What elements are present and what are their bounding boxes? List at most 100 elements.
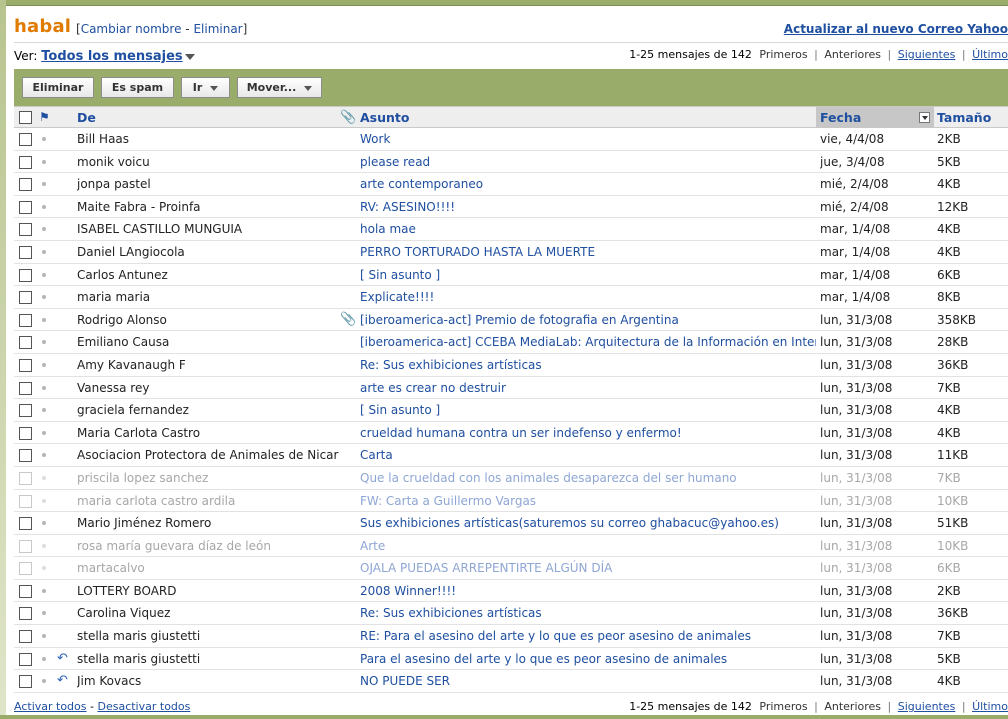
message-row[interactable]: martacalvo OJALA PUEDAS ARREPENTIRTE ALGÚ… xyxy=(14,557,1008,580)
message-sender[interactable]: Carlos Antunez xyxy=(77,264,339,286)
message-checkbox[interactable] xyxy=(19,178,32,192)
message-subject-link[interactable]: hola mae xyxy=(360,218,816,240)
message-subject-link[interactable]: crueldad humana contra un ser indefenso … xyxy=(360,422,816,444)
message-checkbox[interactable] xyxy=(19,562,32,576)
message-sender[interactable]: priscila lopez sanchez xyxy=(77,467,339,489)
message-row[interactable]: maria maria Explicate!!!! mar, 1/4/08 8KB xyxy=(14,286,1008,309)
message-row[interactable]: LOTTERY BOARD 2008 Winner!!!! lun, 31/3/08… xyxy=(14,580,1008,603)
move-dropdown-button[interactable]: Mover... xyxy=(237,77,322,98)
message-row[interactable]: jonpa pastel arte contemporaneo mié, 2/4/0… xyxy=(14,173,1008,196)
message-checkbox[interactable] xyxy=(19,584,32,598)
message-sender[interactable]: Maria Carlota Castro xyxy=(77,422,339,444)
message-checkbox[interactable] xyxy=(19,607,32,621)
message-row[interactable]: stella maris giustetti RE: Para el asesin… xyxy=(14,625,1008,648)
message-subject-link[interactable]: Que la crueldad con los animales desapar… xyxy=(360,467,816,489)
message-row[interactable]: Amy Kavanaugh F Re: Sus exhibiciones artí… xyxy=(14,354,1008,377)
message-subject-link[interactable]: Work xyxy=(360,128,816,150)
delete-button[interactable]: Eliminar xyxy=(22,77,94,98)
message-row[interactable]: Mario Jiménez Romero Sus exhibiciones art… xyxy=(14,512,1008,535)
message-checkbox[interactable] xyxy=(19,245,32,259)
message-sender[interactable]: Amy Kavanaugh F xyxy=(77,354,339,376)
message-subject-link[interactable]: Explicate!!!! xyxy=(360,286,816,308)
message-row[interactable]: Emiliano Causa [iberoamerica-act] CCEBA M… xyxy=(14,331,1008,354)
message-checkbox[interactable] xyxy=(19,268,32,282)
pager-next-link[interactable]: Siguientes xyxy=(898,700,956,713)
message-subject-link[interactable]: Re: Sus exhibiciones artísticas xyxy=(360,354,816,376)
message-row[interactable]: rosa maría guevara díaz de león Arte lun, … xyxy=(14,535,1008,558)
message-subject-link[interactable]: Sus exhibiciones artísticas(saturemos su… xyxy=(360,512,816,534)
message-checkbox[interactable] xyxy=(19,675,32,689)
message-sender[interactable]: graciela fernandez xyxy=(77,399,339,421)
message-row[interactable]: monik voicu please read jue, 3/4/08 5KB xyxy=(14,151,1008,174)
message-checkbox[interactable] xyxy=(19,426,32,440)
message-sender[interactable]: Emiliano Causa xyxy=(77,331,339,353)
message-row[interactable]: ISABEL CASTILLO MUNGUIA hola mae mar, 1/4/… xyxy=(14,218,1008,241)
attachment-icon[interactable]: 📎 xyxy=(340,110,356,125)
message-checkbox[interactable] xyxy=(19,381,32,395)
message-checkbox[interactable] xyxy=(19,313,32,327)
message-subject-link[interactable]: please read xyxy=(360,151,816,173)
message-row[interactable]: Daniel LAngiocola PERRO TORTURADO HASTA L… xyxy=(14,241,1008,264)
message-subject-link[interactable]: [iberoamerica-act] CCEBA MediaLab: Arqui… xyxy=(360,331,816,353)
message-sender[interactable]: stella maris giustetti xyxy=(77,625,339,647)
message-subject-link[interactable]: arte contemporaneo xyxy=(360,173,816,195)
view-dropdown[interactable]: Todos los mensajes xyxy=(41,49,182,64)
message-subject-link[interactable]: PERRO TORTURADO HASTA LA MUERTE xyxy=(360,241,816,263)
message-subject-link[interactable]: [ Sin asunto ] xyxy=(360,264,816,286)
chevron-down-icon[interactable] xyxy=(184,53,195,60)
message-checkbox[interactable] xyxy=(19,133,32,146)
message-subject-link[interactable]: [iberoamerica-act] Premio de fotografia … xyxy=(360,309,816,331)
column-from[interactable]: De xyxy=(77,107,339,128)
flag-icon[interactable]: ⚑ xyxy=(39,110,50,124)
message-row[interactable]: graciela fernandez [ Sin asunto ] lun, 31/… xyxy=(14,399,1008,422)
pager-next-link[interactable]: Siguientes xyxy=(898,48,956,61)
message-checkbox[interactable] xyxy=(19,336,32,350)
column-date[interactable]: Fecha xyxy=(816,107,934,128)
message-sender[interactable]: Bill Haas xyxy=(77,128,339,150)
message-subject-link[interactable]: Re: Sus exhibiciones artísticas xyxy=(360,602,816,624)
message-sender[interactable]: jonpa pastel xyxy=(77,173,339,195)
pager-last-link[interactable]: Último xyxy=(972,700,1008,713)
message-sender[interactable]: Rodrigo Alonso xyxy=(77,309,339,331)
message-sender[interactable]: rosa maría guevara díaz de león xyxy=(77,535,339,557)
message-sender[interactable]: ISABEL CASTILLO MUNGUIA xyxy=(77,218,339,240)
rename-folder-link[interactable]: Cambiar nombre xyxy=(81,22,182,36)
message-subject-link[interactable]: 2008 Winner!!!! xyxy=(360,580,816,602)
sort-dropdown-icon[interactable] xyxy=(919,112,930,123)
message-sender[interactable]: martacalvo xyxy=(77,557,339,579)
message-row[interactable]: ↶ stella maris giustetti Para el asesino d… xyxy=(14,648,1008,671)
message-subject-link[interactable]: [ Sin asunto ] xyxy=(360,399,816,421)
message-row[interactable]: Asociacion Protectora de Animales de Nic… xyxy=(14,444,1008,467)
message-checkbox[interactable] xyxy=(19,471,32,485)
message-row[interactable]: Carlos Antunez [ Sin asunto ] mar, 1/4/08 6… xyxy=(14,264,1008,287)
message-subject-link[interactable]: Carta xyxy=(360,444,816,466)
message-checkbox[interactable] xyxy=(19,291,32,305)
message-checkbox[interactable] xyxy=(19,358,32,372)
message-subject-link[interactable]: arte es crear no destruir xyxy=(360,377,816,399)
message-subject-link[interactable]: OJALA PUEDAS ARREPENTIRTE ALGÚN DÍA xyxy=(360,557,816,579)
go-dropdown-button[interactable]: Ir xyxy=(181,77,230,98)
message-row[interactable]: Maite Fabra - Proinfa RV: ASESINO!!!! mié,… xyxy=(14,196,1008,219)
message-row[interactable]: Maria Carlota Castro crueldad humana cont… xyxy=(14,422,1008,445)
message-sender[interactable]: maria carlota castro ardila xyxy=(77,490,339,512)
message-sender[interactable]: LOTTERY BOARD xyxy=(77,580,339,602)
message-checkbox[interactable] xyxy=(19,517,32,531)
message-checkbox[interactable] xyxy=(19,494,32,508)
select-all-link[interactable]: Activar todos xyxy=(14,700,87,713)
message-sender[interactable]: stella maris giustetti xyxy=(77,648,339,670)
delete-folder-link[interactable]: Eliminar xyxy=(193,22,242,36)
message-sender[interactable]: Maite Fabra - Proinfa xyxy=(77,196,339,218)
message-row[interactable]: ↶ Jim Kovacs NO PUEDE SER lun, 31/3/08 4KB xyxy=(14,670,1008,693)
message-checkbox[interactable] xyxy=(19,155,32,169)
message-checkbox[interactable] xyxy=(19,539,32,553)
message-sender[interactable]: monik voicu xyxy=(77,151,339,173)
message-checkbox[interactable] xyxy=(19,200,32,214)
message-row[interactable]: Carolina Viquez Re: Sus exhibiciones artí… xyxy=(14,602,1008,626)
message-sender[interactable]: Jim Kovacs xyxy=(77,670,339,692)
message-row[interactable]: Bill Haas Work vie, 4/4/08 2KB xyxy=(14,128,1008,151)
message-checkbox[interactable] xyxy=(19,630,32,644)
message-checkbox[interactable] xyxy=(19,223,32,237)
message-checkbox[interactable] xyxy=(19,449,32,463)
message-sender[interactable]: maria maria xyxy=(77,286,339,308)
select-all-checkbox[interactable] xyxy=(19,111,32,124)
